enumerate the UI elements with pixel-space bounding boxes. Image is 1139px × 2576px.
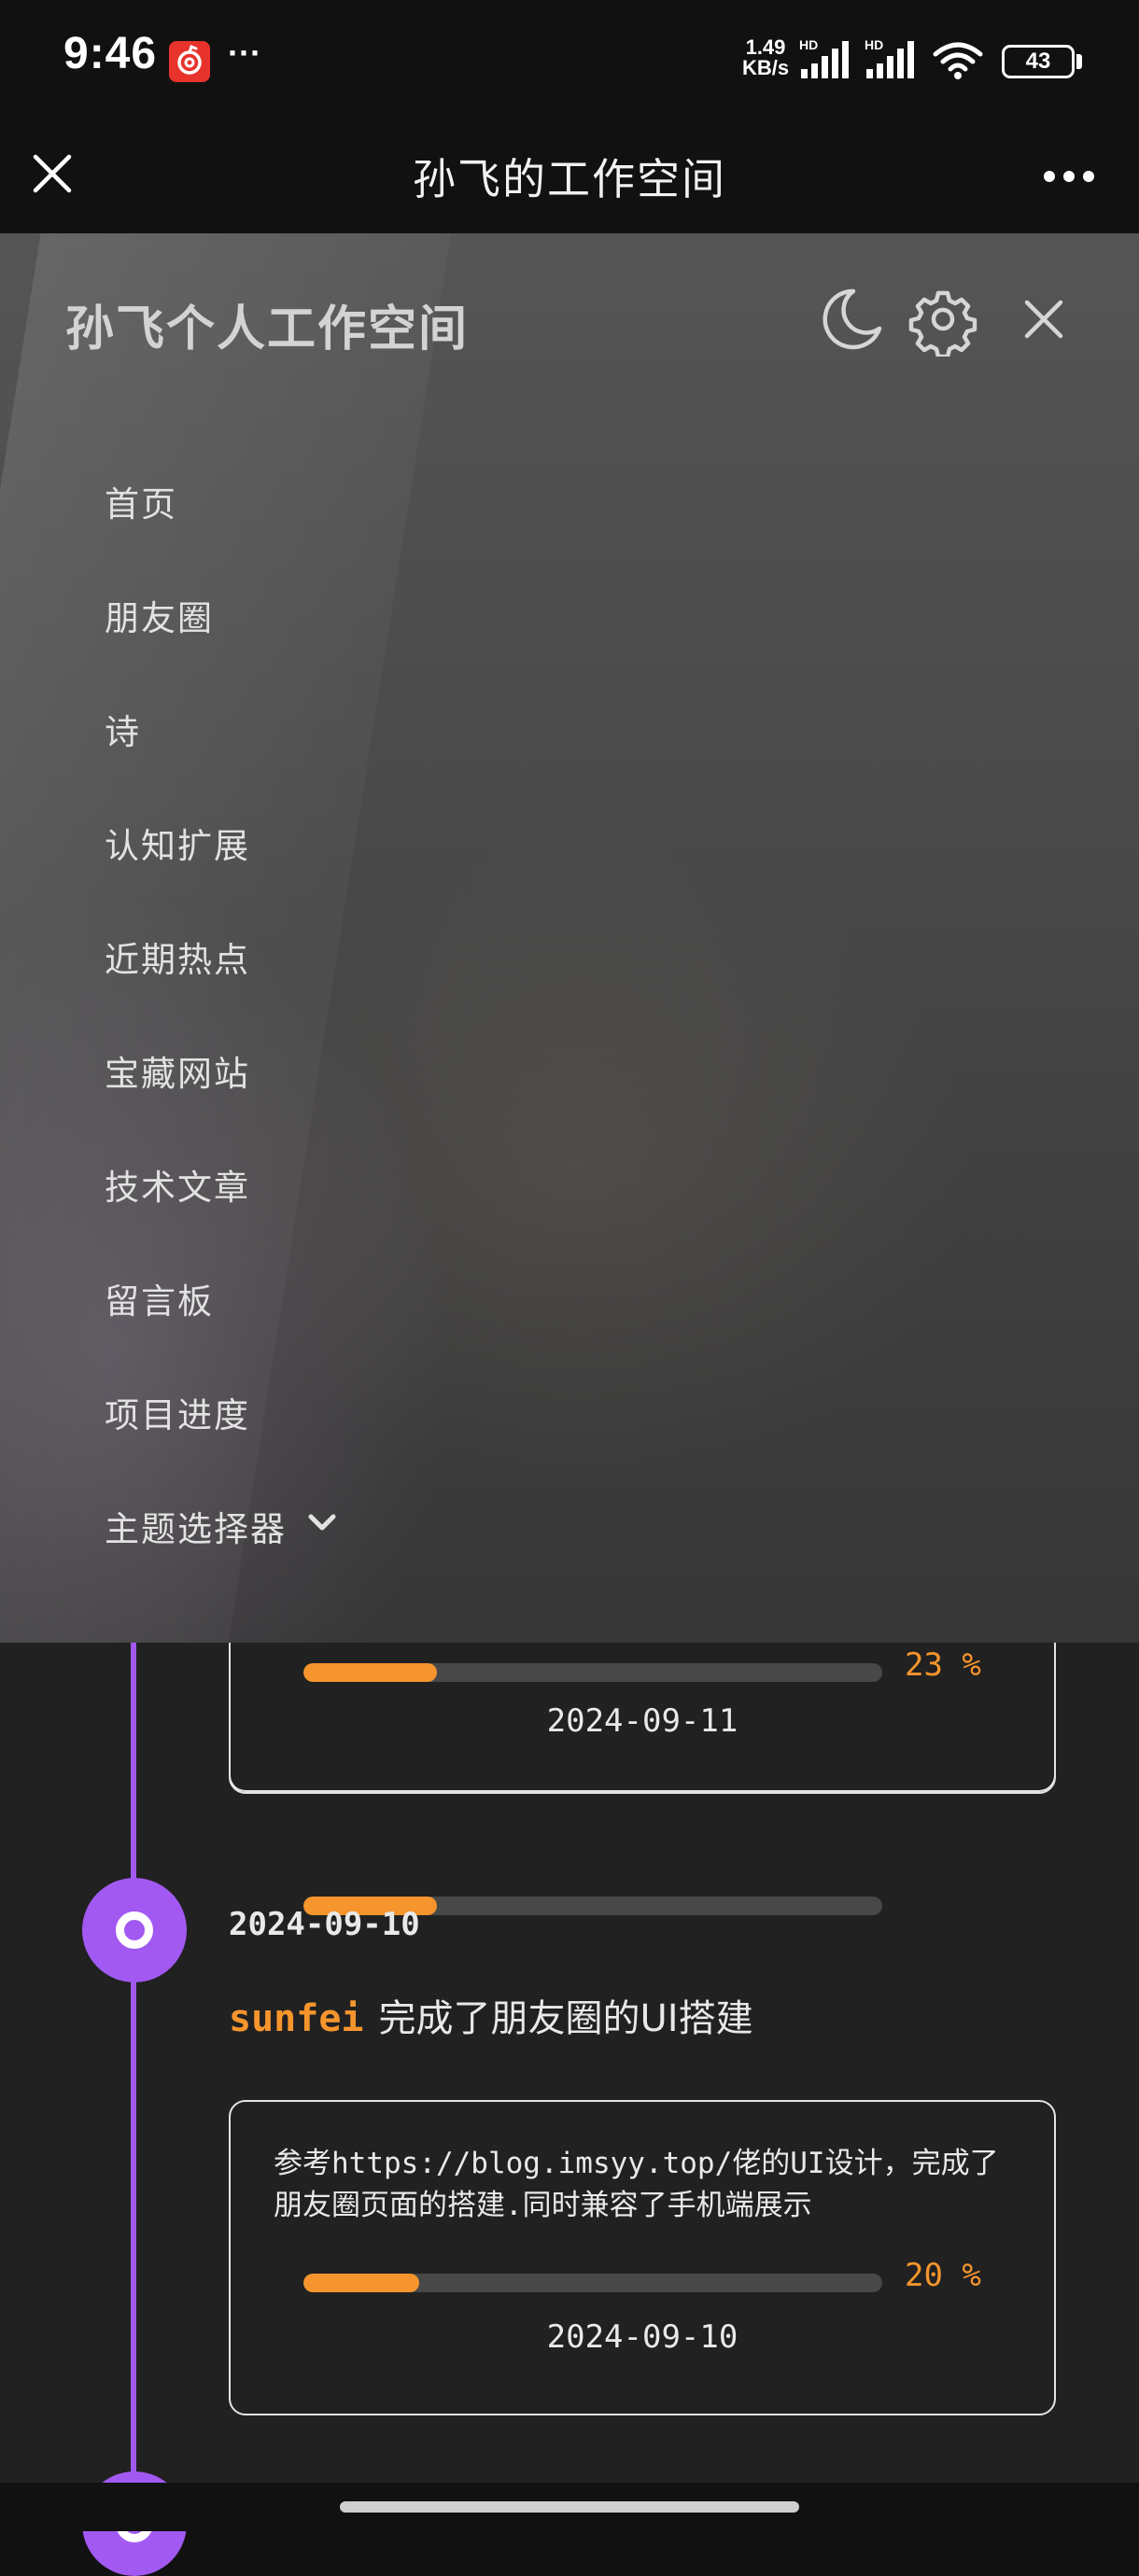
progress-track [303, 2274, 882, 2292]
gear-icon[interactable] [906, 282, 980, 359]
entry-date: 2024-09-10 [229, 1906, 420, 1943]
network-speed: 1.49 KB/s [733, 37, 798, 78]
entry-headline: sunfei 完成了朋友圈的UI搭建 [229, 1988, 753, 2042]
menu-item-label: 技术文章 [105, 1168, 250, 1208]
menu-item-label: 诗 [105, 712, 141, 752]
card-description: 参考https://blog.imsyy.top/佬的UI设计，完成了朋友圈页面… [274, 2147, 999, 2222]
menu-item-label: 朋友圈 [105, 598, 214, 638]
menu-item-cognition[interactable]: 认知扩展 [105, 818, 339, 931]
status-more-dots: ··· [228, 34, 261, 72]
card-date: 2024-09-11 [546, 1702, 738, 1740]
entry-user[interactable]: sunfei [229, 1997, 364, 2040]
menu-item-label: 宝藏网站 [105, 1054, 250, 1094]
entry-action: 完成了朋友圈的UI搭建 [378, 1997, 753, 2040]
progress-percent: 20 % [905, 2257, 981, 2294]
status-time: 9:46 [63, 29, 158, 78]
menu-item-tech-articles[interactable]: 技术文章 [105, 1159, 339, 1273]
home-gesture-handle[interactable] [340, 2501, 799, 2513]
system-nav-bar [0, 2483, 1139, 2531]
menu-item-treasure-sites[interactable]: 宝藏网站 [105, 1045, 339, 1159]
card-date: 2024-09-10 [546, 2318, 738, 2356]
menu-item-guestbook[interactable]: 留言板 [105, 1273, 339, 1387]
more-options-icon[interactable] [1036, 153, 1102, 200]
menu-item-label: 项目进度 [105, 1395, 250, 1435]
progress-fill [303, 1663, 437, 1682]
signal-icon-2 [866, 41, 914, 78]
navigation-drawer: 孙飞个人工作空间 首页 朋友圈 诗 认知扩展 近期热点 宝藏网站 技术文章 留言… [0, 233, 1139, 1643]
wifi-icon [933, 42, 983, 79]
drawer-title: 孙飞个人工作空间 [65, 301, 470, 357]
menu-item-label: 主题选择器 [105, 1509, 287, 1549]
progress-card-partial-bottom: 23 % 2024-09-11 [229, 1624, 1056, 1792]
menu-item-moments[interactable]: 朋友圈 [105, 590, 339, 704]
timeline-line-upper [131, 1643, 136, 1876]
progress-fill [303, 2274, 419, 2292]
menu-item-poems[interactable]: 诗 [105, 704, 339, 818]
drawer-close-icon[interactable] [1006, 282, 1081, 357]
menu-item-label: 留言板 [105, 1281, 214, 1322]
menu-item-label: 近期热点 [105, 940, 250, 980]
network-speed-unit: KB/s [741, 56, 790, 79]
menu-item-label: 首页 [105, 484, 177, 525]
signal-icon-1 [801, 41, 849, 78]
progress-card: 参考https://blog.imsyy.top/佬的UI设计，完成了朋友圈页面… [229, 2100, 1056, 2415]
netease-music-icon [169, 41, 210, 82]
progress-percent: 23 % [905, 1646, 981, 1684]
progress-track [303, 1663, 882, 1682]
status-bar: 9:46 ··· 1.49 KB/s HD HD 43 [0, 0, 1139, 119]
chevron-down-icon [305, 1506, 339, 1548]
timeline-node [82, 1878, 187, 1982]
drawer-menu: 首页 朋友圈 诗 认知扩展 近期热点 宝藏网站 技术文章 留言板 项目进度 主题… [105, 476, 339, 1615]
menu-item-theme-selector[interactable]: 主题选择器 [105, 1501, 339, 1615]
menu-item-home[interactable]: 首页 [105, 476, 339, 590]
menu-item-hot-topics[interactable]: 近期热点 [105, 931, 339, 1045]
moon-icon[interactable] [812, 282, 887, 357]
battery-tip [1076, 54, 1082, 69]
battery-indicator: 43 [1002, 45, 1075, 78]
page-title: 孙飞的工作空间 [413, 154, 726, 204]
menu-item-label: 认知扩展 [105, 826, 250, 866]
title-bar: 孙飞的工作空间 [0, 119, 1139, 233]
menu-item-project-progress[interactable]: 项目进度 [105, 1387, 339, 1501]
network-speed-value: 1.49 [745, 35, 786, 59]
